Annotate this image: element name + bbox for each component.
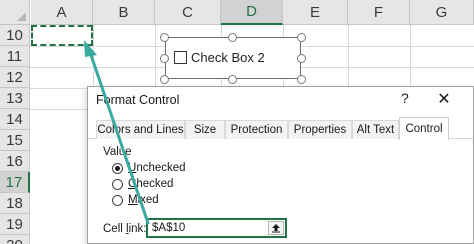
row-header-13[interactable]: 13: [0, 88, 30, 109]
radio-unchecked[interactable]: Unchecked: [112, 161, 186, 175]
column-header-g[interactable]: G: [410, 0, 474, 25]
column-header-f[interactable]: F: [348, 0, 410, 25]
radio-button[interactable]: [112, 178, 123, 190]
close-icon[interactable]: ✕: [433, 88, 455, 110]
resize-handle[interactable]: [228, 75, 237, 84]
dialog-title: Format Control: [96, 93, 180, 107]
collapse-arrow-icon: [272, 224, 280, 233]
resize-handle[interactable]: [160, 33, 169, 42]
radio-checked[interactable]: Checked: [112, 177, 173, 191]
cell-link-label-post: ink:: [128, 223, 147, 235]
column-header-e[interactable]: E: [283, 0, 348, 25]
row-header-12[interactable]: 12: [0, 67, 30, 88]
radio-label-rest: nchecked: [136, 162, 186, 174]
tab-properties[interactable]: Properties: [288, 120, 352, 139]
tab-bar: Colors and Lines Size Protection Propert…: [88, 117, 473, 140]
row-header-18[interactable]: 18: [0, 193, 30, 214]
cell-a10-marquee[interactable]: [31, 25, 93, 46]
cell-link-value: $A$10: [152, 222, 186, 234]
radio-unchecked-label: Unchecked: [128, 162, 186, 174]
format-control-dialog: Format Control ? ✕ Colors and Lines Size…: [87, 86, 474, 244]
radio-checked-label: Checked: [128, 178, 173, 190]
column-header-b[interactable]: B: [93, 0, 155, 25]
row-header-14[interactable]: 14: [0, 109, 30, 130]
column-header-d[interactable]: D: [221, 0, 283, 25]
row-header-15[interactable]: 15: [0, 130, 30, 151]
select-all-corner[interactable]: [0, 0, 30, 25]
column-header-c[interactable]: C: [155, 0, 221, 25]
collapse-dialog-button[interactable]: [268, 221, 284, 235]
column-header-a[interactable]: A: [31, 0, 93, 25]
select-all-triangle: [17, 12, 26, 21]
row-header-19[interactable]: 19: [0, 214, 30, 235]
radio-mixed-label: Mixed: [128, 194, 159, 206]
accelerator-key: M: [128, 194, 138, 206]
cell-link-input[interactable]: $A$10: [146, 218, 287, 238]
resize-handle[interactable]: [297, 54, 306, 63]
row-header-10[interactable]: 10: [0, 25, 30, 46]
radio-button[interactable]: [112, 194, 123, 206]
radio-button-selected[interactable]: [112, 162, 123, 174]
tab-size[interactable]: Size: [185, 120, 225, 139]
tab-colors-and-lines[interactable]: Colors and Lines: [96, 120, 185, 139]
radio-label-rest: ixed: [137, 194, 159, 206]
checkbox-square[interactable]: [174, 51, 187, 64]
tab-protection[interactable]: Protection: [225, 120, 288, 139]
row-header-20[interactable]: 20: [0, 235, 30, 244]
row-header-16[interactable]: 16: [0, 151, 30, 172]
radio-label-rest: hecked: [136, 178, 174, 190]
resize-handle[interactable]: [160, 54, 169, 63]
resize-handle[interactable]: [228, 33, 237, 42]
checkbox-label: Check Box 2: [191, 50, 265, 65]
radio-mixed[interactable]: Mixed: [112, 193, 159, 207]
resize-handle[interactable]: [160, 75, 169, 84]
value-group-label: Value: [103, 146, 132, 158]
tab-control[interactable]: Control: [399, 117, 449, 140]
help-button[interactable]: ?: [401, 90, 409, 106]
row-header-11[interactable]: 11: [0, 46, 30, 67]
cell-link-label-pre: Cell: [103, 223, 127, 235]
cell-link-label: Cell link:: [103, 223, 146, 235]
tab-alt-text[interactable]: Alt Text: [352, 120, 399, 139]
resize-handle[interactable]: [297, 75, 306, 84]
row-header-17[interactable]: 17: [0, 172, 30, 193]
resize-handle[interactable]: [297, 33, 306, 42]
